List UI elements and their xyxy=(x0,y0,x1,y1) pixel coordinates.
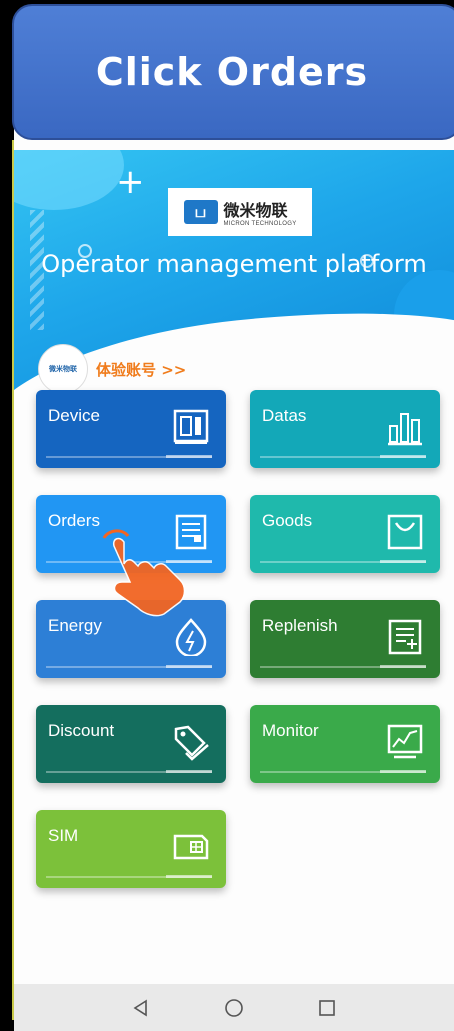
sim-card-icon xyxy=(173,834,209,860)
tile-divider xyxy=(260,560,426,563)
tile-discount[interactable]: Discount xyxy=(36,705,226,783)
back-triangle-icon xyxy=(133,999,147,1016)
discount-tags-icon xyxy=(174,725,209,761)
logo-chinese-name: 微米物联 xyxy=(223,201,288,220)
tile-label: Discount xyxy=(48,721,115,740)
goods-basket-icon xyxy=(387,514,423,550)
tile-replenish[interactable]: Replenish xyxy=(250,600,440,678)
bar-chart-icon xyxy=(388,413,422,446)
trial-account-row[interactable]: 微米物联 体验账号 >> xyxy=(38,344,186,390)
avatar[interactable]: 微米物联 xyxy=(38,344,88,390)
logo-english-name: MICRON TECHNOLOGY xyxy=(223,221,297,227)
tile-sim[interactable]: SIM xyxy=(36,810,226,888)
tile-goods[interactable]: Goods xyxy=(250,495,440,573)
tile-label: Monitor xyxy=(262,721,319,740)
home-button[interactable] xyxy=(222,996,246,1020)
tile-divider xyxy=(46,770,212,773)
system-navigation-bar xyxy=(14,984,454,1031)
instruction-title: Click Orders xyxy=(95,50,369,94)
app-screen: + ப 微米物联 MICRON TECHNOLOGY Operator mana… xyxy=(14,120,454,1031)
tile-divider xyxy=(260,770,426,773)
device-panel-icon xyxy=(173,409,209,444)
tap-hand-pointer-icon xyxy=(102,529,186,617)
recents-button[interactable] xyxy=(315,996,339,1020)
tile-monitor[interactable]: Monitor xyxy=(250,705,440,783)
tile-label: Device xyxy=(48,406,100,425)
decor-plus-icon: + xyxy=(116,162,145,202)
tile-divider xyxy=(46,665,212,668)
tile-label: Replenish xyxy=(262,616,338,635)
platform-title: Operator management platform xyxy=(41,250,427,278)
decor-blob xyxy=(14,150,124,210)
trial-account-link[interactable]: 体验账号 >> xyxy=(96,359,186,380)
logo-mark-icon: ப xyxy=(183,200,218,224)
tile-label: SIM xyxy=(48,826,79,845)
tile-divider xyxy=(46,455,212,458)
recents-square-icon xyxy=(319,999,336,1016)
tile-divider xyxy=(260,455,426,458)
back-button[interactable] xyxy=(129,996,153,1020)
home-circle-icon xyxy=(225,998,243,1017)
replenish-list-icon xyxy=(388,619,422,655)
tile-divider xyxy=(46,875,212,878)
phone-frame: Click Orders + ப 微米物联 MICRON TECHNOLOGY … xyxy=(0,0,454,1031)
tile-datas[interactable]: Datas xyxy=(250,390,440,468)
tile-divider xyxy=(260,665,426,668)
tile-label: Datas xyxy=(262,406,307,425)
header-hero: + ப 微米物联 MICRON TECHNOLOGY Operator mana… xyxy=(14,150,454,390)
monitor-chart-icon xyxy=(387,724,423,759)
instruction-banner: Click Orders xyxy=(12,4,454,140)
tile-label: Goods xyxy=(262,511,313,530)
company-logo: ப 微米物联 MICRON TECHNOLOGY xyxy=(168,188,312,236)
tile-device[interactable]: Device xyxy=(36,390,226,468)
